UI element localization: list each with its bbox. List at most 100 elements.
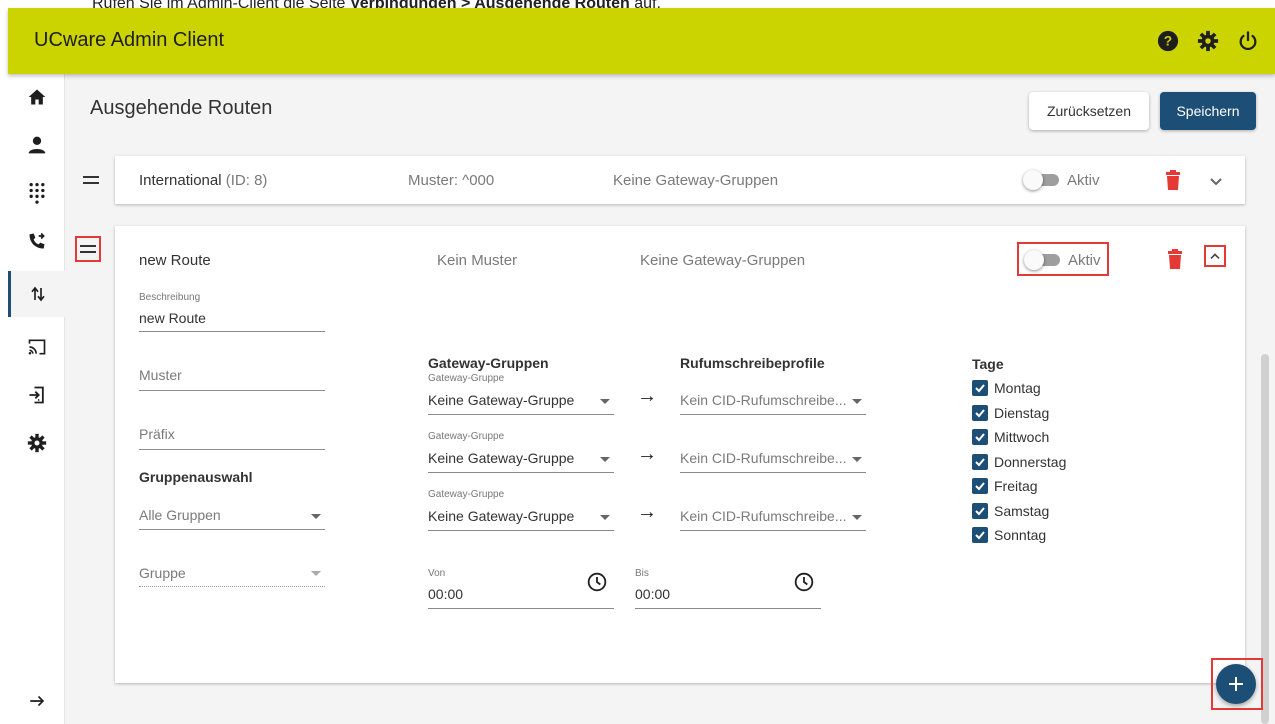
delete-button[interactable] bbox=[1165, 170, 1181, 195]
chevron-down-icon bbox=[1210, 178, 1222, 186]
chevron-down-icon bbox=[311, 571, 321, 576]
trash-icon bbox=[1168, 249, 1182, 269]
pattern-input[interactable]: Muster bbox=[139, 367, 182, 383]
drag-handle-route-2[interactable] bbox=[75, 236, 101, 262]
arrow-right-icon: → bbox=[637, 443, 657, 465]
sidebar-item-provisioning[interactable] bbox=[8, 372, 65, 418]
route-card-new-route: new Route Kein Muster Keine Gateway-Grup… bbox=[115, 226, 1245, 683]
delete-button[interactable] bbox=[1167, 249, 1183, 274]
checkbox-freitag[interactable] bbox=[972, 478, 988, 494]
chevron-down-icon bbox=[600, 399, 610, 404]
sidebar-item-routes[interactable] bbox=[8, 271, 65, 317]
page-title: Ausgehende Routen bbox=[90, 97, 273, 119]
clock-icon[interactable] bbox=[794, 572, 814, 597]
chevron-down-icon bbox=[852, 515, 862, 520]
sidebar-collapse-button[interactable] bbox=[8, 678, 65, 724]
drag-handle-icon bbox=[83, 176, 99, 184]
gateway-group-label: Gateway-Gruppe bbox=[428, 373, 505, 384]
sidebar-item-users[interactable] bbox=[8, 122, 65, 168]
checkbox-donnerstag[interactable] bbox=[972, 454, 988, 470]
day-label: Dienstag bbox=[994, 405, 1050, 421]
chevron-down-icon bbox=[852, 399, 862, 404]
sidebar-item-cast[interactable] bbox=[8, 324, 65, 370]
gateway-group-label: Gateway-Gruppe bbox=[428, 489, 505, 500]
sidebar-item-dialpad[interactable] bbox=[8, 170, 65, 216]
route-card-international: International (ID: 8) Muster: ^000 Keine… bbox=[115, 156, 1245, 204]
plus-icon bbox=[1229, 677, 1243, 691]
collapse-button[interactable] bbox=[1204, 245, 1226, 267]
route-gateways: Keine Gateway-Gruppen bbox=[613, 172, 779, 189]
drag-handle-route-1[interactable] bbox=[80, 168, 102, 192]
expand-button[interactable] bbox=[1209, 174, 1223, 192]
sidebar-item-call-forwarding[interactable] bbox=[8, 218, 65, 264]
doc-caption: Rufen Sie im Admin-Client die Seite Verb… bbox=[0, 0, 1275, 8]
chevron-down-icon bbox=[600, 515, 610, 520]
checkbox-samstag[interactable] bbox=[972, 503, 988, 519]
gear-icon[interactable] bbox=[1195, 28, 1221, 54]
from-time-input[interactable]: 00:00 bbox=[428, 586, 463, 602]
checkbox-mittwoch[interactable] bbox=[972, 429, 988, 445]
help-icon[interactable]: ? bbox=[1155, 28, 1181, 54]
description-label: Beschreibung bbox=[139, 292, 201, 303]
to-time-label: Bis bbox=[635, 568, 649, 579]
provisioning-icon bbox=[29, 386, 44, 404]
arrow-right-icon: → bbox=[637, 501, 657, 523]
gateway-group-select-2[interactable]: Keine Gateway-Gruppe bbox=[428, 450, 574, 466]
active-toggle[interactable] bbox=[1024, 250, 1062, 270]
route-id: (ID: 8) bbox=[225, 172, 268, 189]
day-label: Montag bbox=[994, 380, 1041, 396]
cid-profile-select-2[interactable]: Kein CID-Rufumschreibe... bbox=[680, 450, 847, 466]
reset-button[interactable]: Zurücksetzen bbox=[1029, 92, 1149, 130]
cid-profile-select-3[interactable]: Kein CID-Rufumschreibe... bbox=[680, 508, 847, 524]
sidebar bbox=[8, 74, 65, 724]
day-label: Samstag bbox=[994, 503, 1050, 519]
gear-icon bbox=[27, 433, 46, 453]
group-select[interactable]: Gruppe bbox=[139, 565, 186, 581]
dialpad-icon bbox=[29, 183, 44, 204]
active-label: Aktiv bbox=[1068, 252, 1101, 269]
checkbox-sonntag[interactable] bbox=[972, 527, 988, 543]
app-header: UCware Admin Client ? bbox=[8, 8, 1275, 74]
svg-text:?: ? bbox=[1164, 34, 1172, 49]
active-label: Aktiv bbox=[1067, 172, 1100, 189]
active-toggle[interactable] bbox=[1023, 170, 1061, 190]
user-icon bbox=[28, 136, 45, 154]
clock-icon[interactable] bbox=[587, 572, 607, 597]
route-gateways: Keine Gateway-Gruppen bbox=[640, 252, 806, 269]
route-name: new Route bbox=[139, 252, 211, 269]
description-input[interactable]: new Route bbox=[139, 310, 206, 326]
save-button[interactable]: Speichern bbox=[1160, 92, 1256, 130]
from-time-label: Von bbox=[428, 568, 446, 579]
checkbox-dienstag[interactable] bbox=[972, 405, 988, 421]
day-label: Sonntag bbox=[994, 527, 1047, 543]
gateway-group-select-3[interactable]: Keine Gateway-Gruppe bbox=[428, 508, 574, 524]
checkbox-montag[interactable] bbox=[972, 380, 988, 396]
arrow-right-icon bbox=[29, 695, 44, 707]
main-content: Ausgehende Routen Zurücksetzen Speichern… bbox=[65, 74, 1275, 724]
sidebar-item-home[interactable] bbox=[8, 74, 65, 120]
phone-forward-icon bbox=[29, 232, 45, 249]
prefix-input[interactable]: Präfix bbox=[139, 426, 175, 442]
arrow-right-icon: → bbox=[637, 385, 657, 407]
route-name: International bbox=[139, 172, 222, 189]
sidebar-item-settings[interactable] bbox=[8, 420, 65, 466]
power-icon[interactable] bbox=[1235, 28, 1261, 54]
app-title: UCware Admin Client bbox=[34, 29, 225, 51]
to-time-input[interactable]: 00:00 bbox=[635, 586, 670, 602]
cast-icon bbox=[28, 339, 45, 355]
chevron-down-icon bbox=[311, 514, 321, 519]
group-selection-select[interactable]: Alle Gruppen bbox=[139, 507, 221, 523]
days-heading: Tage bbox=[972, 356, 1004, 372]
route-pattern: Kein Muster bbox=[437, 252, 518, 269]
day-label: Freitag bbox=[994, 478, 1038, 494]
caller-id-profiles-heading: Rufumschreibeprofile bbox=[680, 355, 825, 371]
chevron-down-icon bbox=[600, 457, 610, 462]
trash-icon bbox=[1166, 170, 1180, 190]
day-label: Mittwoch bbox=[994, 429, 1050, 445]
add-route-button[interactable] bbox=[1216, 664, 1256, 704]
gateway-group-label: Gateway-Gruppe bbox=[428, 431, 505, 442]
gateway-group-select-1[interactable]: Keine Gateway-Gruppe bbox=[428, 392, 574, 408]
cid-profile-select-1[interactable]: Kein CID-Rufumschreibe... bbox=[680, 392, 847, 408]
drag-handle-icon bbox=[80, 245, 96, 253]
day-label: Donnerstag bbox=[994, 454, 1067, 470]
